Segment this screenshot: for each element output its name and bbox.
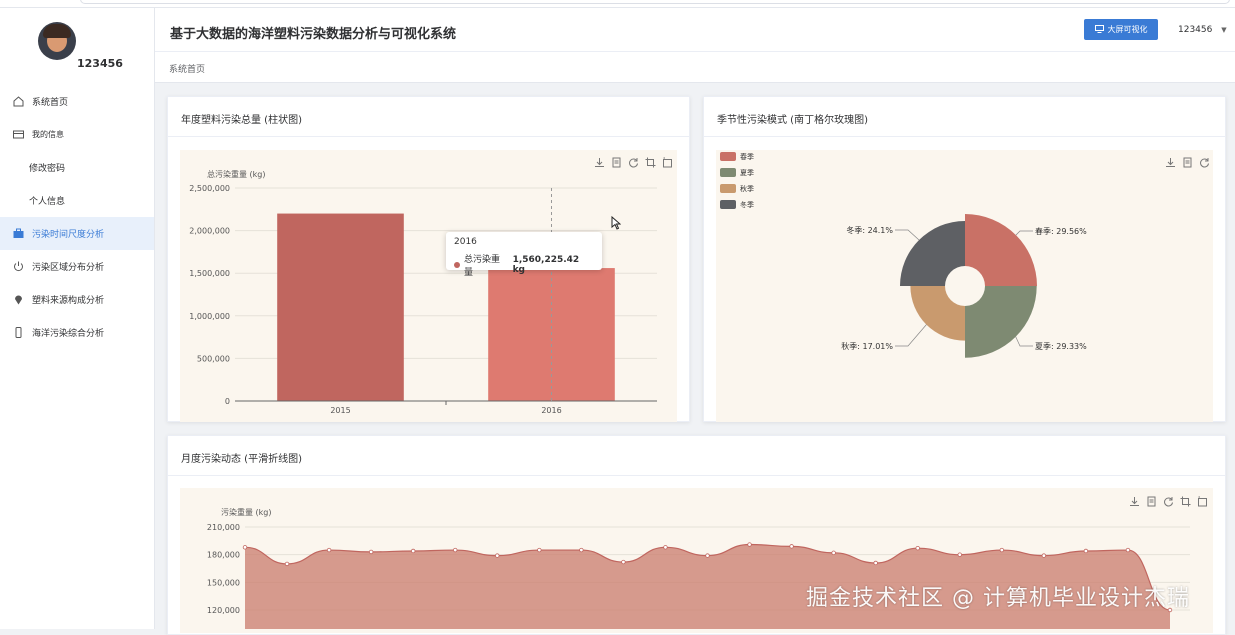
line-chart-toolbox	[1129, 492, 1208, 507]
header: 基于大数据的海洋塑料污染数据分析与可视化系统 大屏可视化 123456 ▼	[155, 8, 1235, 52]
crop-icon[interactable]	[645, 153, 656, 168]
tooltip-series-dot	[454, 262, 460, 268]
address-bar[interactable]	[80, 0, 1230, 4]
download-icon[interactable]	[1129, 492, 1140, 506]
sidebar-item-label: 系统首页	[32, 98, 69, 108]
bigscreen-button[interactable]: 大屏可视化	[1084, 19, 1158, 40]
phone-icon	[13, 327, 24, 338]
sidebar-item-source-analysis[interactable]: 塑料来源构成分析	[0, 283, 154, 316]
card-title: 月度污染动态 (平滑折线图)	[168, 436, 1225, 476]
bigscreen-label: 大屏可视化	[1107, 25, 1148, 34]
sidebar-item-my-info[interactable]: 我的信息	[0, 118, 154, 151]
crop-icon[interactable]	[1180, 492, 1191, 507]
zoom-reset-icon[interactable]	[1197, 492, 1208, 507]
sidebar-item-label: 污染区域分布分析	[32, 263, 105, 273]
card-title: 季节性污染模式 (南丁格尔玫瑰图)	[704, 97, 1225, 137]
bar-chart-area	[180, 150, 677, 422]
sidebar-item-label: 塑料来源构成分析	[32, 296, 105, 306]
browser-top-strip	[0, 0, 1235, 8]
sidebar-item-label: 海洋污染综合分析	[32, 329, 105, 339]
breadcrumb[interactable]: 系统首页	[169, 62, 205, 75]
bar-chart-toolbox	[594, 153, 673, 168]
home-icon	[13, 96, 24, 107]
user-dropdown-label: 123456	[1178, 25, 1213, 35]
monitor-icon	[1094, 24, 1104, 35]
avatar[interactable]	[38, 22, 76, 60]
sidebar: 123456 系统首页 我的信息 修改密码 个人信息 污染时间尺度分析 污染区域…	[0, 8, 155, 629]
power-icon	[13, 261, 24, 272]
chart-tooltip: 2016 总污染重量 1,560,225.42 kg	[446, 232, 602, 278]
briefcase-icon	[13, 228, 24, 239]
user-dropdown[interactable]: 123456 ▼	[1178, 25, 1227, 35]
rose-chart-area	[716, 150, 1213, 422]
data-view-icon[interactable]	[1146, 492, 1157, 507]
sidebar-item-label: 污染时间尺度分析	[32, 230, 105, 240]
sidebar-item-personal-info[interactable]: 个人信息	[0, 184, 154, 217]
tooltip-series: 总污染重量	[463, 255, 500, 278]
data-view-icon[interactable]	[611, 153, 622, 168]
sidebar-item-region-analysis[interactable]: 污染区域分布分析	[0, 250, 154, 283]
tooltip-value: 1,560,225.42 kg	[512, 255, 580, 275]
sidebar-menu: 系统首页 我的信息 修改密码 个人信息 污染时间尺度分析 污染区域分布分析 塑料…	[0, 85, 154, 349]
sidebar-item-label: 我的信息	[32, 130, 64, 139]
restore-icon[interactable]	[1199, 153, 1210, 168]
sidebar-item-change-password[interactable]: 修改密码	[0, 151, 154, 184]
download-icon[interactable]	[1165, 153, 1176, 167]
tooltip-title: 2016	[454, 237, 477, 247]
restore-icon[interactable]	[628, 153, 639, 168]
zoom-reset-icon[interactable]	[662, 153, 673, 168]
mouse-cursor-icon	[611, 216, 621, 230]
sidebar-username: 123456	[77, 57, 123, 70]
sidebar-item-label: 个人信息	[29, 197, 66, 207]
sidebar-item-label: 修改密码	[29, 164, 66, 174]
sidebar-item-home[interactable]: 系统首页	[0, 85, 154, 118]
page-title: 基于大数据的海洋塑料污染数据分析与可视化系统	[170, 27, 457, 42]
caret-down-icon: ▼	[1221, 26, 1227, 34]
sidebar-item-time-analysis[interactable]: 污染时间尺度分析	[0, 217, 154, 250]
download-icon[interactable]	[594, 153, 605, 167]
restore-icon[interactable]	[1163, 492, 1174, 507]
rose-chart-toolbox	[1165, 153, 1210, 168]
id-card-icon	[13, 129, 24, 140]
sidebar-item-comprehensive-analysis[interactable]: 海洋污染综合分析	[0, 316, 154, 349]
card-title: 年度塑料污染总量 (柱状图)	[168, 97, 689, 137]
location-pin-icon	[13, 294, 24, 305]
data-view-icon[interactable]	[1182, 153, 1193, 168]
breadcrumb-bar: 系统首页	[155, 52, 1235, 83]
watermark: 掘金技术社区 @ 计算机毕业设计杰瑞	[806, 586, 1190, 611]
